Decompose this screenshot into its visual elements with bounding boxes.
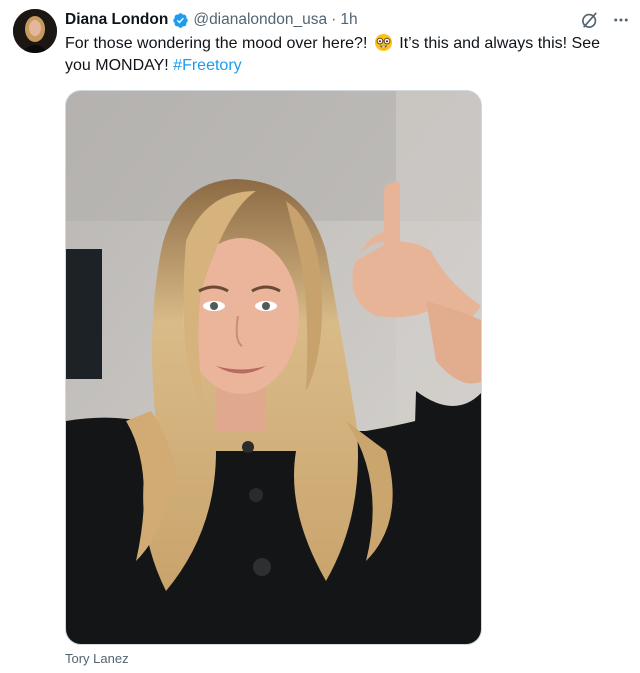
author-name[interactable]: Diana London — [65, 11, 168, 29]
grok-icon[interactable] — [580, 10, 600, 30]
tweet-actions-top — [580, 10, 630, 30]
tagged-user[interactable]: Tory Lanez — [65, 651, 129, 666]
tweet-timestamp[interactable]: 1h — [340, 11, 357, 29]
more-options-icon[interactable] — [612, 11, 630, 29]
verified-badge-icon — [173, 12, 189, 28]
author-handle[interactable]: @dianalondon_usa — [193, 11, 327, 29]
nerd-face-emoji-icon — [374, 33, 392, 52]
separator-dot: · — [331, 11, 337, 28]
tweet-text-part1: For those wondering the mood over here?! — [65, 35, 372, 52]
tweet-header: Diana London @dianalondon_usa · 1h — [65, 10, 358, 30]
tweet-media-photo[interactable] — [65, 90, 482, 645]
photo-image — [66, 91, 481, 644]
tagged-user-name: Tory Lanez — [65, 651, 129, 666]
author-avatar[interactable] — [13, 9, 57, 53]
tweet-text: For those wondering the mood over here?!… — [65, 33, 625, 77]
hashtag-link[interactable]: #Freetory — [173, 57, 241, 74]
